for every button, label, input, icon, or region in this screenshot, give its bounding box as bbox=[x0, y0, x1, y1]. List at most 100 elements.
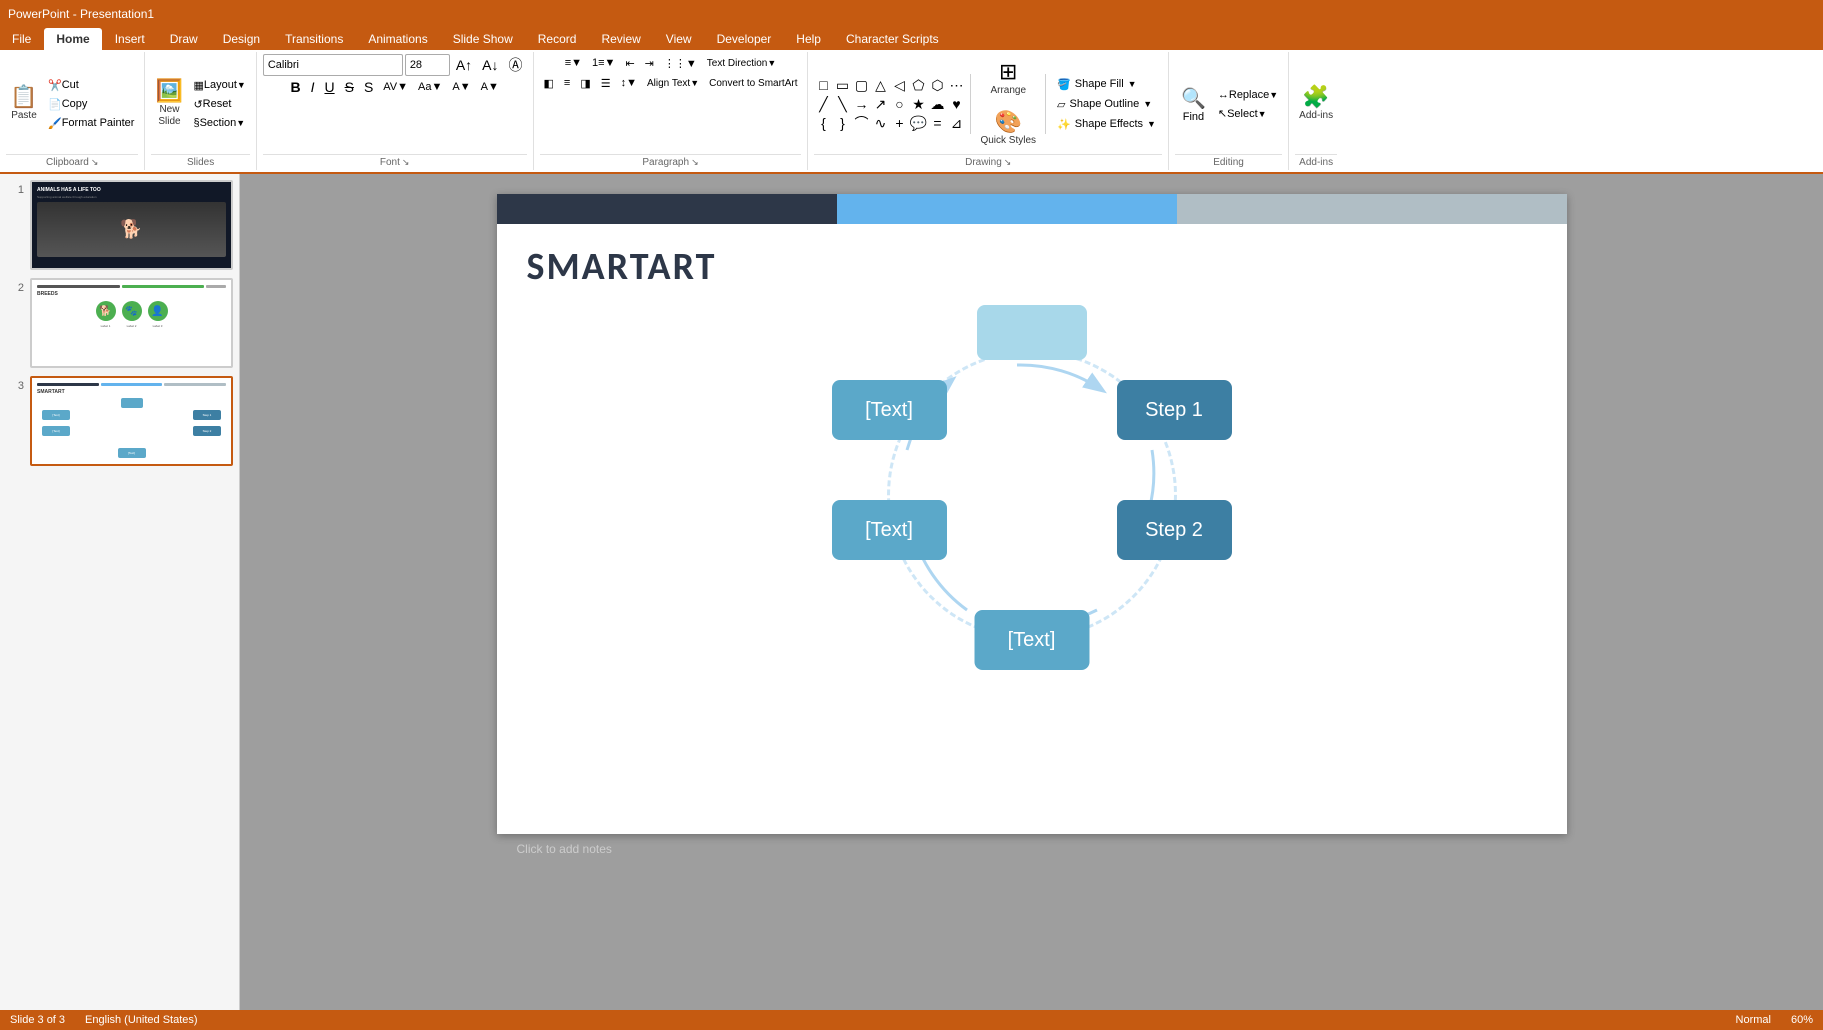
node-text3[interactable]: [Text] bbox=[974, 610, 1089, 670]
shadow-button[interactable]: S bbox=[360, 78, 377, 96]
tab-help[interactable]: Help bbox=[784, 28, 833, 50]
tab-file[interactable]: File bbox=[0, 28, 43, 50]
reset-button[interactable]: ↺ Reset bbox=[189, 95, 249, 113]
shape-tri[interactable]: △ bbox=[871, 76, 889, 94]
shape-outline-button[interactable]: ▱ Shape Outline ▼ bbox=[1051, 95, 1162, 114]
font-color-button[interactable]: A▼ bbox=[477, 78, 503, 96]
cut-button[interactable]: ✂️ Cut bbox=[44, 76, 138, 94]
tab-draw[interactable]: Draw bbox=[158, 28, 210, 50]
node-step1[interactable]: Step 1 bbox=[1117, 380, 1232, 440]
node-text1[interactable]: [Text] bbox=[832, 380, 947, 440]
addins-button[interactable]: 🧩 Add-ins bbox=[1295, 74, 1337, 134]
shape-arrow2[interactable]: ↗ bbox=[871, 95, 889, 113]
shape-rounded[interactable]: ▢ bbox=[852, 76, 870, 94]
select-button[interactable]: ↖ Select ▼ bbox=[1214, 105, 1282, 123]
align-text-button[interactable]: Align Text ▼ bbox=[643, 74, 703, 92]
clear-format-button[interactable]: Ⓐ bbox=[505, 56, 527, 74]
shape-arrow[interactable]: → bbox=[852, 95, 870, 113]
align-left-button[interactable]: ◧ bbox=[540, 74, 558, 92]
slide-canvas[interactable]: SMARTART bbox=[497, 194, 1567, 834]
text-direction-button[interactable]: Text Direction ▼ bbox=[703, 54, 781, 72]
font-size-input[interactable] bbox=[405, 54, 450, 76]
shape-star[interactable]: ★ bbox=[909, 95, 927, 113]
tab-developer[interactable]: Developer bbox=[705, 28, 784, 50]
shape-callout[interactable]: 💬 bbox=[909, 114, 927, 132]
tab-home[interactable]: Home bbox=[44, 28, 101, 50]
quick-styles-button[interactable]: 🎨 Quick Styles bbox=[976, 104, 1040, 154]
highlight-button[interactable]: A▼ bbox=[448, 78, 474, 96]
find-button[interactable]: 🔍 Find bbox=[1175, 79, 1212, 129]
numbering-button[interactable]: 1≡▼ bbox=[588, 54, 619, 72]
char-spacing-button[interactable]: AV▼ bbox=[379, 78, 412, 96]
tab-slideshow[interactable]: Slide Show bbox=[441, 28, 525, 50]
italic-button[interactable]: I bbox=[307, 78, 319, 96]
tab-character-scripts[interactable]: Character Scripts bbox=[834, 28, 951, 50]
shape-rtri[interactable]: ◁ bbox=[890, 76, 908, 94]
zoom-level[interactable]: 60% bbox=[1791, 1014, 1813, 1026]
convert-smartart-button[interactable]: Convert to SmartArt bbox=[705, 74, 801, 92]
arrange-button[interactable]: ⊞ Arrange bbox=[986, 54, 1030, 104]
shape-plus[interactable]: + bbox=[890, 114, 908, 132]
new-slide-button[interactable]: 🖼️ NewSlide bbox=[151, 74, 187, 134]
replace-button[interactable]: ↔ Replace ▼ bbox=[1214, 86, 1282, 104]
shape-cloud[interactable]: ☁ bbox=[928, 95, 946, 113]
copy-button[interactable]: 📄 Copy bbox=[44, 95, 138, 113]
shape-eq[interactable]: = bbox=[928, 114, 946, 132]
decrease-font-button[interactable]: A↓ bbox=[478, 56, 502, 74]
node-top[interactable] bbox=[977, 305, 1087, 360]
increase-indent-button[interactable]: ⇥ bbox=[641, 54, 658, 72]
smartart-diagram[interactable]: Step 1 [Text] Step 2 [Text] bbox=[822, 300, 1242, 690]
tab-design[interactable]: Design bbox=[211, 28, 272, 50]
font-family-input[interactable] bbox=[263, 54, 403, 76]
paragraph-expand-icon[interactable]: ↘ bbox=[691, 157, 699, 168]
underline-button[interactable]: U bbox=[320, 78, 338, 96]
view-normal[interactable]: Normal bbox=[1736, 1014, 1771, 1026]
line-spacing-button[interactable]: ↕▼ bbox=[617, 74, 641, 92]
slide-thumb-2[interactable]: 2 BREEDS 🐕 🐾 👤 bbox=[6, 278, 233, 368]
bullets-button[interactable]: ≡▼ bbox=[561, 54, 586, 72]
font-expand-icon[interactable]: ↘ bbox=[402, 157, 410, 168]
shape-bracket1[interactable]: { bbox=[814, 114, 832, 132]
increase-font-button[interactable]: A↑ bbox=[452, 56, 476, 74]
tab-view[interactable]: View bbox=[654, 28, 704, 50]
drawing-expand-icon[interactable]: ↘ bbox=[1004, 157, 1012, 168]
section-button[interactable]: § Section ▼ bbox=[189, 114, 249, 132]
slide-thumb-1[interactable]: 1 ANIMALS HAS A LIFE TOO Supporting anim… bbox=[6, 180, 233, 270]
slide-img-3[interactable]: SMARTART [Text] Step 1 [Text] Step 2 [Te… bbox=[30, 376, 233, 466]
shape-heart[interactable]: ♥ bbox=[947, 95, 965, 113]
columns-button[interactable]: ⋮⋮▼ bbox=[660, 54, 701, 72]
node-step2[interactable]: Step 2 bbox=[1117, 500, 1232, 560]
shape-rect[interactable]: □ bbox=[814, 76, 832, 94]
clipboard-expand-icon[interactable]: ↘ bbox=[91, 157, 99, 168]
slide-thumb-3[interactable]: 3 SMARTART [Text] bbox=[6, 376, 233, 466]
shape-bracket2[interactable]: } bbox=[833, 114, 851, 132]
shape-fill-button[interactable]: 🪣 Shape Fill ▼ bbox=[1051, 75, 1162, 94]
tab-record[interactable]: Record bbox=[526, 28, 589, 50]
tab-transitions[interactable]: Transitions bbox=[273, 28, 355, 50]
shape-effects-button[interactable]: ✨ Shape Effects ▼ bbox=[1051, 115, 1162, 134]
align-right-button[interactable]: ◨ bbox=[576, 74, 594, 92]
slide-title[interactable]: SMARTART bbox=[497, 224, 1567, 300]
shape-penta[interactable]: ⬠ bbox=[909, 76, 927, 94]
slide-img-2[interactable]: BREEDS 🐕 🐾 👤 Label 1 Label 2 Label 3 bbox=[30, 278, 233, 368]
tab-animations[interactable]: Animations bbox=[356, 28, 439, 50]
layout-button[interactable]: ▦ Layout ▼ bbox=[189, 76, 249, 94]
decrease-indent-button[interactable]: ⇤ bbox=[621, 54, 638, 72]
shape-hex[interactable]: ⬡ bbox=[928, 76, 946, 94]
strikethrough-button[interactable]: S bbox=[341, 78, 358, 96]
slide-img-1[interactable]: ANIMALS HAS A LIFE TOO Supporting animal… bbox=[30, 180, 233, 270]
shape-line[interactable]: ╱ bbox=[814, 95, 832, 113]
shape-rect2[interactable]: ▭ bbox=[833, 76, 851, 94]
shape-wave[interactable]: ∿ bbox=[871, 114, 889, 132]
tab-insert[interactable]: Insert bbox=[103, 28, 157, 50]
shape-circle[interactable]: ○ bbox=[890, 95, 908, 113]
notes-area[interactable]: Click to add notes bbox=[497, 834, 1567, 864]
justify-button[interactable]: ☰ bbox=[597, 74, 615, 92]
align-center-button[interactable]: ≡ bbox=[560, 74, 574, 92]
bold-button[interactable]: B bbox=[286, 78, 304, 96]
change-case-button[interactable]: Aa▼ bbox=[414, 78, 446, 96]
paste-button[interactable]: 📋 Paste bbox=[6, 74, 42, 134]
tab-review[interactable]: Review bbox=[589, 28, 652, 50]
shape-brace[interactable]: ⌒ bbox=[852, 114, 870, 132]
shape-line2[interactable]: ╲ bbox=[833, 95, 851, 113]
